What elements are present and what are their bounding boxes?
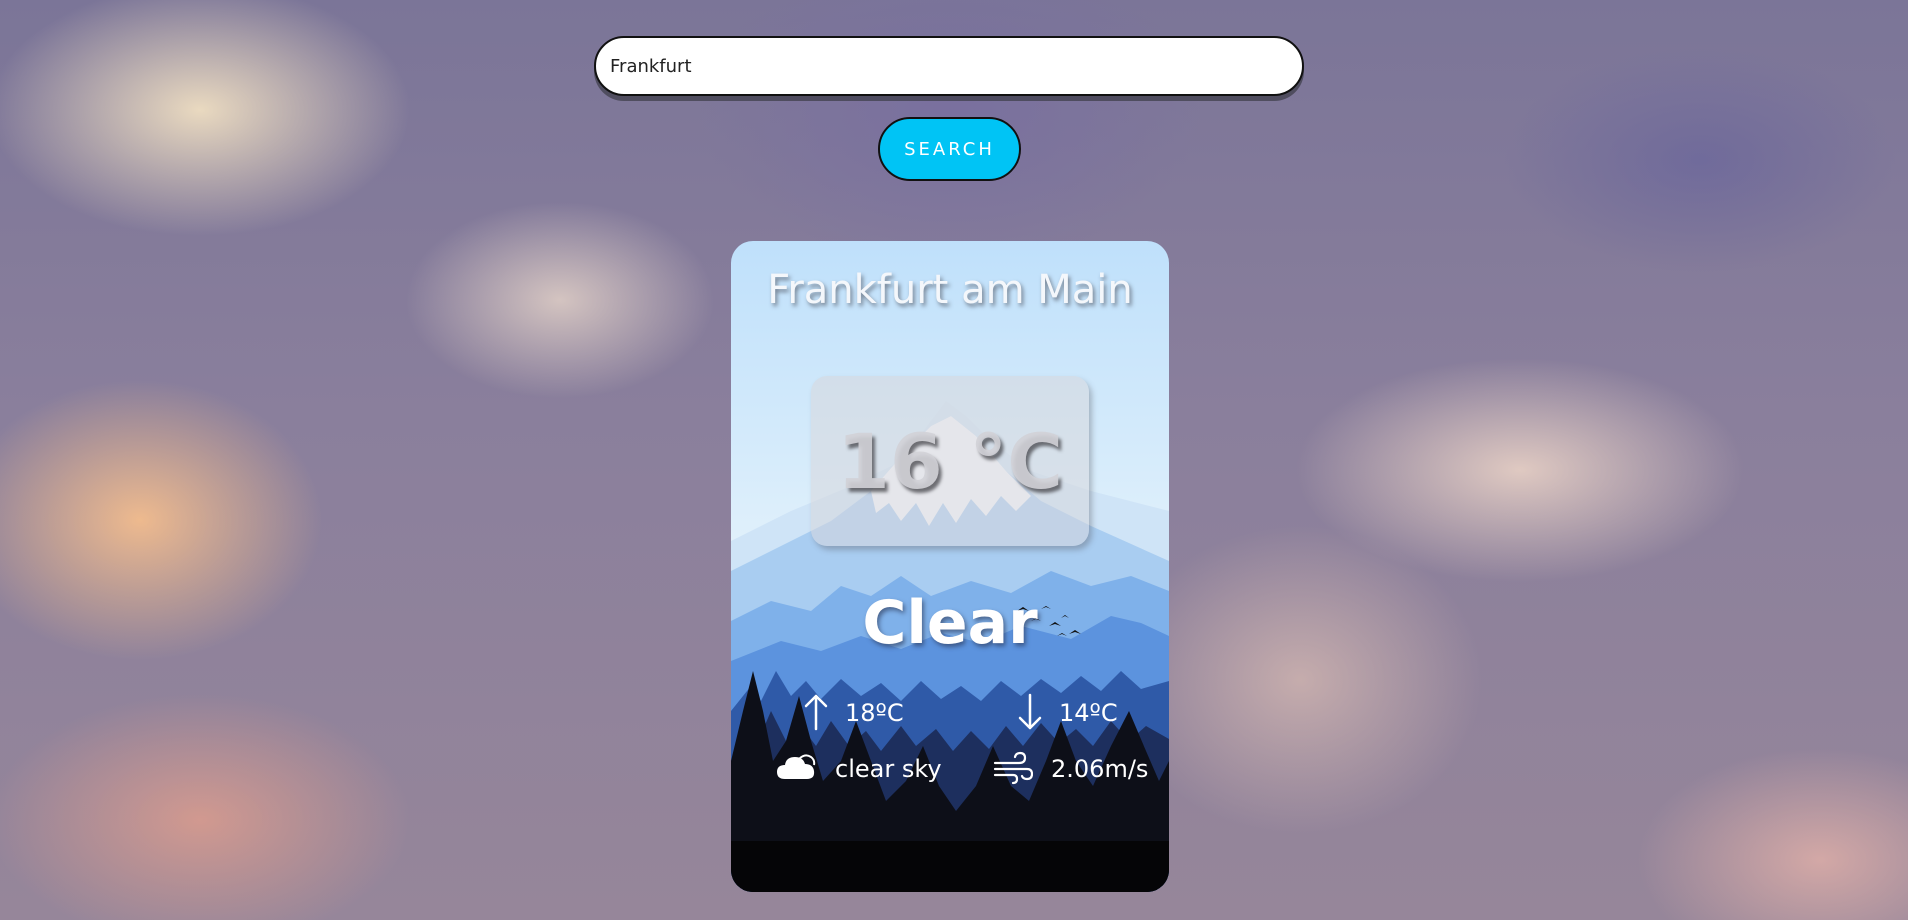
max-temperature: 18ºC <box>803 693 963 733</box>
wind-speed-value: 2.06m/s <box>1051 755 1149 783</box>
weather-description: clear sky <box>775 749 975 789</box>
arrow-up-icon <box>804 694 828 731</box>
city-name: Frankfurt am Main <box>767 267 1133 313</box>
temperature-panel: 16 °C <box>811 376 1089 546</box>
search-input[interactable] <box>594 36 1304 96</box>
weather-description-value: clear sky <box>835 755 942 783</box>
cloud-icon <box>777 754 816 779</box>
wind-speed: 2.06m/s <box>993 749 1169 789</box>
weather-condition: Clear <box>862 588 1038 658</box>
arrow-down-icon <box>1018 693 1042 730</box>
min-temperature: 14ºC <box>1017 693 1157 733</box>
current-temperature: 16 °C <box>837 417 1063 506</box>
min-temperature-value: 14ºC <box>1059 699 1118 727</box>
max-temperature-value: 18ºC <box>845 699 904 727</box>
mountain-landscape-illustration <box>731 401 1169 892</box>
search-button[interactable]: SEARCH <box>878 117 1021 181</box>
wind-icon <box>993 751 1033 785</box>
weather-card: Frankfurt am Main 16 °C Clear 18ºC 14ºC … <box>731 241 1169 892</box>
